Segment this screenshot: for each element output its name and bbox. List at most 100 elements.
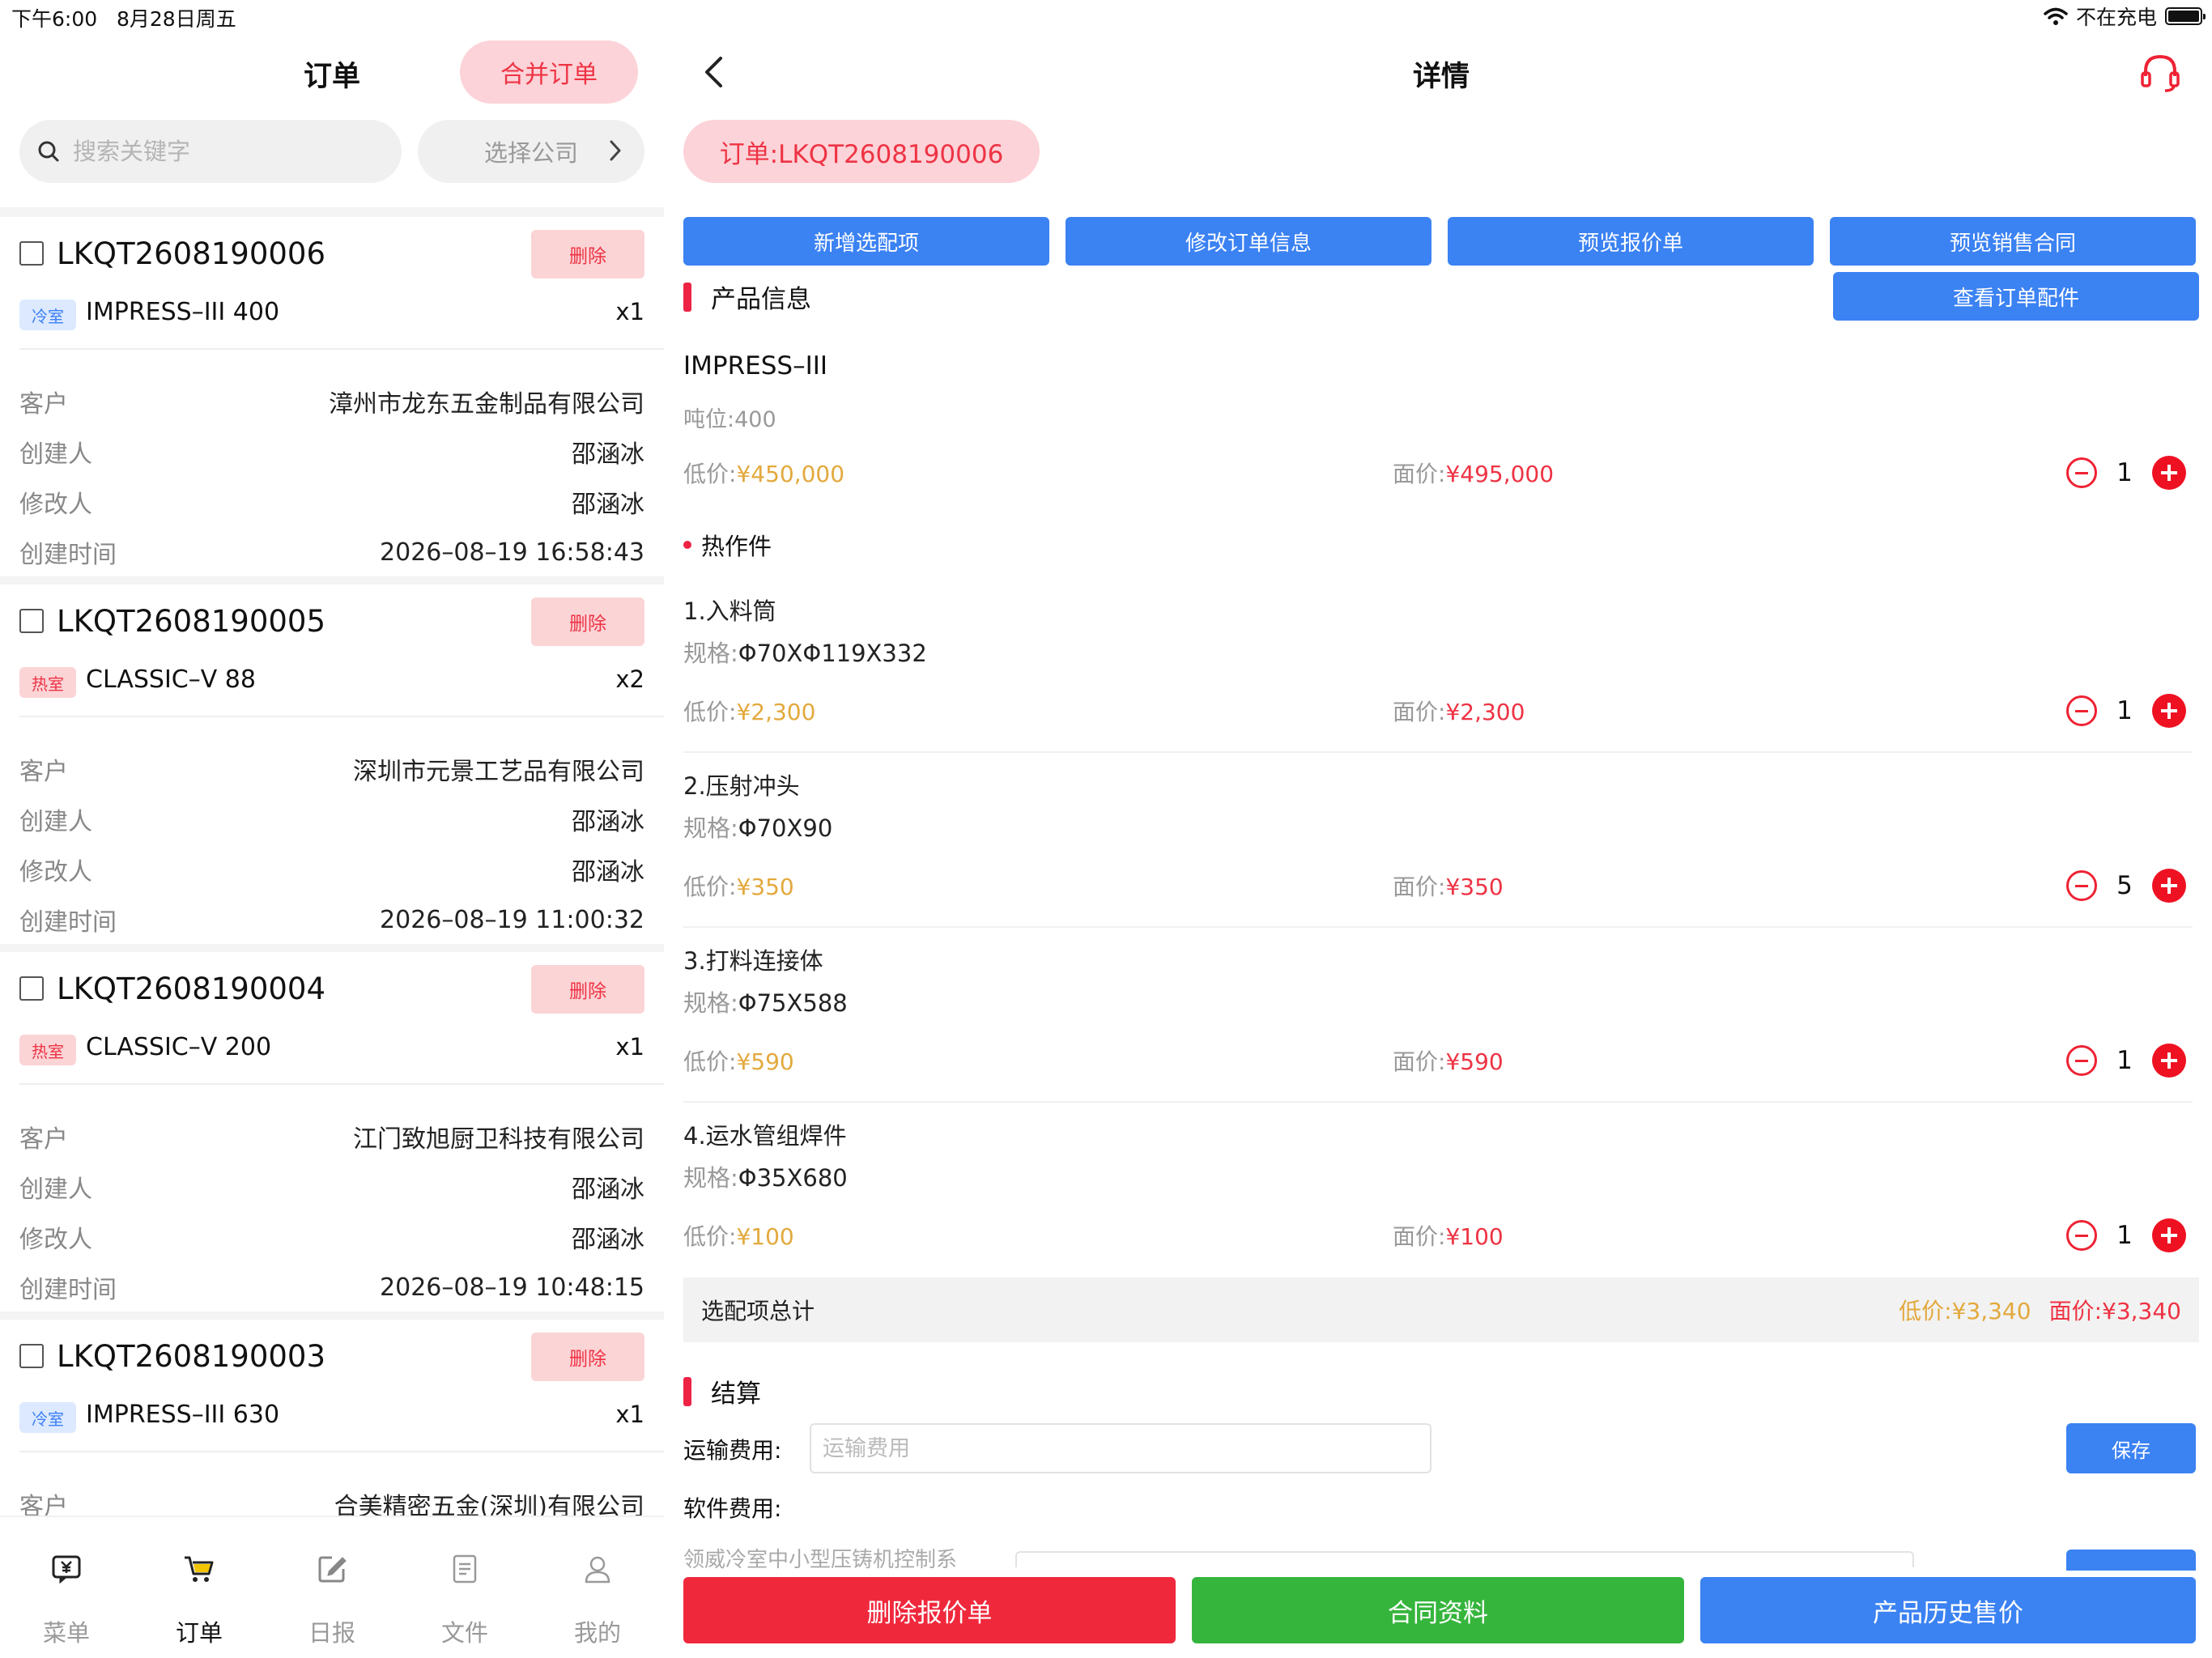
back-arrow-icon[interactable] <box>696 53 734 91</box>
plus-circle-icon[interactable] <box>2152 1044 2186 1078</box>
wifi-icon <box>2044 7 2068 25</box>
low-price: 低价:¥2,300 <box>683 699 815 725</box>
qty-value: 1 <box>2116 458 2133 487</box>
headset-icon[interactable] <box>2138 50 2183 96</box>
order-id: LKQT2608190006 <box>57 236 326 271</box>
preview-contract-button[interactable]: 预览销售合同 <box>1830 217 2196 266</box>
product-info-title: 产品信息 <box>711 285 811 314</box>
tab-menu[interactable]: 菜单 <box>0 1517 133 1658</box>
merge-orders-button[interactable]: 合并订单 <box>460 40 638 104</box>
product-price-row: 低价:¥450,000 面价:¥495,000 <box>683 457 1554 489</box>
field-key: 创建人 <box>19 1175 92 1204</box>
part-qty-stepper: 1 <box>2066 1218 2186 1253</box>
edit-order-button[interactable]: 修改订单信息 <box>1066 217 1431 266</box>
price-history-button[interactable]: 产品历史售价 <box>1700 1577 2196 1643</box>
order-field-row: 创建时间 2026–08–19 11:00:32 <box>19 903 644 937</box>
low-price-value: ¥590 <box>736 1048 794 1075</box>
order-card[interactable]: LKQT2608190004 删除 热室 CLASSIC–V 200 x1 客户… <box>0 952 664 1312</box>
low-price-label: 低价: <box>683 874 737 900</box>
part-divider <box>683 926 2193 928</box>
orders-title: 订单 <box>303 61 360 93</box>
order-number-pill: 订单:LKQT2608190006 <box>683 120 1040 183</box>
company-select[interactable]: 选择公司 <box>418 120 644 183</box>
order-divider <box>19 348 664 350</box>
software-fee-input[interactable] <box>1015 1551 1914 1567</box>
settlement-title: 结算 <box>711 1380 761 1409</box>
delete-order-button[interactable]: 删除 <box>531 230 644 278</box>
part-qty-stepper: 1 <box>2066 1043 2186 1078</box>
order-card[interactable]: LKQT2608190005 删除 热室 CLASSIC–V 88 x2 客户 … <box>0 585 664 944</box>
minus-circle-icon[interactable] <box>2066 1045 2097 1076</box>
product-qty-stepper: 1 <box>2066 455 2186 491</box>
order-checkbox[interactable] <box>19 976 44 1001</box>
order-checkbox[interactable] <box>19 241 44 266</box>
face-price-value: ¥2,300 <box>1445 699 1525 725</box>
tab-menu-label: 菜单 <box>42 1619 90 1647</box>
order-field-row: 创建人 邵涵冰 <box>19 436 644 469</box>
tab-orders[interactable]: 订单 <box>133 1517 266 1658</box>
part-price-row: 低价:¥590 面价:¥590 <box>683 1044 1504 1077</box>
face-price-value: ¥495,000 <box>1445 461 1555 487</box>
low-price-value: ¥450,000 <box>736 461 845 487</box>
field-value: 2026–08–19 11:00:32 <box>380 905 644 934</box>
delete-order-button[interactable]: 删除 <box>531 965 644 1014</box>
search-input[interactable] <box>73 138 381 165</box>
status-time-date: 下午6:00 8月28日周五 <box>11 3 236 32</box>
plus-circle-icon[interactable] <box>2152 694 2186 728</box>
detail-pane: 详情 订单:LKQT2608190006 新增选配项 修改订单信息 预览报价单 … <box>664 36 2212 1658</box>
part-qty-stepper: 5 <box>2066 868 2186 903</box>
field-value: 邵涵冰 <box>572 1175 644 1204</box>
options-total-row: 选配项总计 低价:¥3,340 面价:¥3,340 <box>683 1278 2199 1342</box>
minus-circle-icon[interactable] <box>2066 457 2097 488</box>
view-order-parts-button[interactable]: 查看订单配件 <box>1833 272 2199 321</box>
orders-pane: 订单 合并订单 选择公司 LKQT2608190006 删除 冷室 IMPRES… <box>0 36 664 1658</box>
order-divider <box>19 1083 664 1085</box>
shipping-fee-input[interactable] <box>810 1423 1431 1473</box>
field-value: 邵涵冰 <box>572 491 644 519</box>
delete-quote-button[interactable]: 删除报价单 <box>683 1577 1176 1643</box>
minus-circle-icon[interactable] <box>2066 1220 2097 1251</box>
tab-files[interactable]: 文件 <box>398 1517 531 1658</box>
field-key: 客户 <box>19 390 68 419</box>
shipping-fee-label: 运输费用: <box>683 1437 782 1464</box>
face-price-label: 面价: <box>1393 1223 1446 1250</box>
order-card[interactable]: LKQT2608190003 删除 冷室 IMPRESS–III 630 x1 … <box>0 1320 664 1545</box>
order-field-row: 创建时间 2026–08–19 16:58:43 <box>19 536 644 570</box>
document-icon <box>453 1554 477 1584</box>
chevron-right-icon <box>610 140 621 161</box>
minus-circle-icon[interactable] <box>2066 695 2097 726</box>
order-list: LKQT2608190006 删除 冷室 IMPRESS–III 400 x1 … <box>0 217 664 1545</box>
preview-quote-button[interactable]: 预览报价单 <box>1448 217 1814 266</box>
product-tonnage: 吨位:400 <box>683 402 776 433</box>
tab-profile[interactable]: 我的 <box>531 1517 664 1658</box>
minus-circle-icon[interactable] <box>2066 870 2097 901</box>
order-card[interactable]: LKQT2608190006 删除 冷室 IMPRESS–III 400 x1 … <box>0 217 664 576</box>
order-field-row: 客户 漳州市龙东五金制品有限公司 <box>19 385 644 419</box>
field-key: 创建人 <box>19 440 92 469</box>
software-save-button[interactable] <box>2066 1550 2196 1571</box>
search-box[interactable] <box>19 120 402 183</box>
contract-docs-button[interactable]: 合同资料 <box>1192 1577 1684 1643</box>
qty-value: 1 <box>2116 1221 2133 1250</box>
options-total-face: 面价:¥3,340 <box>2048 1298 2181 1324</box>
part-price-row: 低价:¥100 面价:¥100 <box>683 1219 1504 1252</box>
spec-value: Φ70X90 <box>738 814 833 842</box>
delete-order-button[interactable]: 删除 <box>531 597 644 646</box>
plus-circle-icon[interactable] <box>2152 1218 2186 1252</box>
tab-bar: 菜单 订单 日报 文件 我的 <box>0 1516 664 1658</box>
face-price-label: 面价: <box>1393 1048 1446 1075</box>
order-id: LKQT2608190004 <box>57 971 326 1006</box>
plus-circle-icon[interactable] <box>2152 456 2186 490</box>
order-checkbox[interactable] <box>19 609 44 633</box>
order-field-row: 客户 江门致旭厨卫科技有限公司 <box>19 1120 644 1154</box>
delete-order-button[interactable]: 删除 <box>531 1333 644 1381</box>
bullet-dot <box>683 541 691 549</box>
add-option-button[interactable]: 新增选配项 <box>683 217 1049 266</box>
tab-daily-report-label: 日报 <box>308 1619 355 1647</box>
tab-daily-report[interactable]: 日报 <box>266 1517 398 1658</box>
menu-yen-icon <box>52 1555 81 1584</box>
part-divider <box>683 751 2193 753</box>
order-checkbox[interactable] <box>19 1344 44 1368</box>
plus-circle-icon[interactable] <box>2152 869 2186 903</box>
save-shipping-button[interactable]: 保存 <box>2066 1423 2196 1473</box>
